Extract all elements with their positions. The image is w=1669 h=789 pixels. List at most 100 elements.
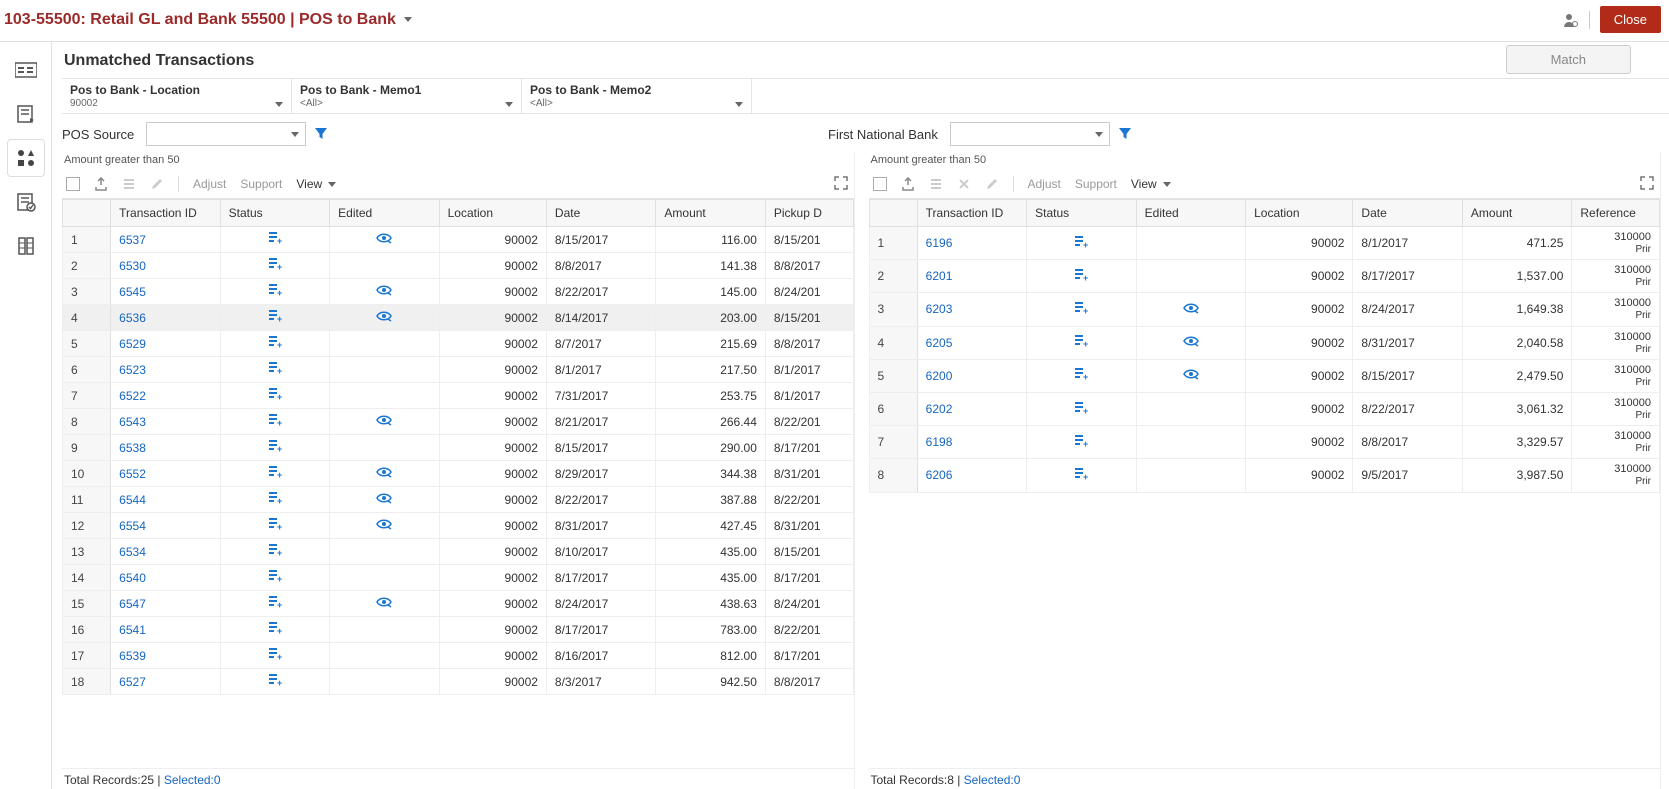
- filter-memo1[interactable]: Pos to Bank - Memo1 <All>: [292, 79, 522, 113]
- transaction-id-link[interactable]: 6545: [111, 279, 220, 305]
- export-icon[interactable]: [94, 177, 108, 191]
- transaction-id-link[interactable]: 6203: [917, 293, 1026, 326]
- chevron-down-icon[interactable]: [275, 102, 283, 107]
- col-header[interactable]: Date: [546, 200, 655, 227]
- status-cell[interactable]: +: [1027, 392, 1136, 425]
- col-header[interactable]: Edited: [330, 200, 439, 227]
- table-row[interactable]: 66202+900028/22/20173,061.32310000Prir: [869, 392, 1660, 425]
- table-row[interactable]: 106552+900028/29/2017344.388/31/201: [63, 461, 854, 487]
- transaction-id-link[interactable]: 6198: [917, 426, 1026, 459]
- col-header[interactable]: Pickup D: [765, 200, 853, 227]
- table-row[interactable]: 16196+900028/1/2017471.25310000Prir: [869, 227, 1660, 260]
- transaction-id-link[interactable]: 6541: [111, 617, 220, 643]
- user-settings-icon[interactable]: [1563, 12, 1579, 28]
- status-cell[interactable]: +: [220, 279, 329, 305]
- transaction-id-link[interactable]: 6554: [111, 513, 220, 539]
- transaction-id-link[interactable]: 6534: [111, 539, 220, 565]
- table-row[interactable]: 26530+900028/8/2017141.388/8/2017: [63, 253, 854, 279]
- table-row[interactable]: 66523+900028/1/2017217.508/1/2017: [63, 357, 854, 383]
- rail-icon-2[interactable]: [8, 96, 44, 132]
- transaction-id-link[interactable]: 6543: [111, 409, 220, 435]
- table-row[interactable]: 186527+900028/3/2017942.508/8/2017: [63, 669, 854, 695]
- transaction-id-link[interactable]: 6537: [111, 227, 220, 253]
- transaction-id-link[interactable]: 6538: [111, 435, 220, 461]
- col-header[interactable]: Transaction ID: [111, 200, 220, 227]
- transaction-id-link[interactable]: 6201: [917, 260, 1026, 293]
- chevron-down-icon[interactable]: [735, 102, 743, 107]
- col-header[interactable]: [869, 200, 917, 227]
- col-header[interactable]: Location: [439, 200, 546, 227]
- transaction-id-link[interactable]: 6552: [111, 461, 220, 487]
- chevron-down-icon[interactable]: [505, 102, 513, 107]
- table-row[interactable]: 46536+900028/14/2017203.008/15/201: [63, 305, 854, 331]
- transaction-id-link[interactable]: 6540: [111, 565, 220, 591]
- transaction-id-link[interactable]: 6523: [111, 357, 220, 383]
- table-row[interactable]: 36203+900028/24/20171,649.38310000Prir: [869, 293, 1660, 326]
- left-grid[interactable]: Transaction IDStatusEditedLocationDateAm…: [62, 199, 854, 754]
- right-grid[interactable]: Transaction IDStatusEditedLocationDateAm…: [869, 199, 1661, 754]
- col-header[interactable]: Status: [220, 200, 329, 227]
- expand-icon[interactable]: [834, 176, 848, 190]
- select-all-checkbox[interactable]: [873, 177, 887, 191]
- close-button[interactable]: Close: [1600, 6, 1661, 33]
- col-header[interactable]: Status: [1027, 200, 1136, 227]
- status-cell[interactable]: +: [1027, 227, 1136, 260]
- transaction-id-link[interactable]: 6544: [111, 487, 220, 513]
- table-row[interactable]: 176539+900028/16/2017812.008/17/201: [63, 643, 854, 669]
- transaction-id-link[interactable]: 6529: [111, 331, 220, 357]
- transaction-id-link[interactable]: 6539: [111, 643, 220, 669]
- table-row[interactable]: 146540+900028/17/2017435.008/17/201: [63, 565, 854, 591]
- col-header[interactable]: Date: [1353, 200, 1462, 227]
- view-menu[interactable]: View: [1131, 177, 1171, 191]
- status-cell[interactable]: +: [220, 487, 329, 513]
- status-cell[interactable]: +: [220, 617, 329, 643]
- col-header[interactable]: Edited: [1136, 200, 1245, 227]
- match-button[interactable]: Match: [1506, 45, 1631, 74]
- page-breadcrumb[interactable]: 103-55500: Retail GL and Bank 55500 | PO…: [4, 11, 396, 29]
- status-cell[interactable]: +: [220, 669, 329, 695]
- status-cell[interactable]: +: [1027, 426, 1136, 459]
- transaction-id-link[interactable]: 6206: [917, 459, 1026, 492]
- transaction-id-link[interactable]: 6527: [111, 669, 220, 695]
- status-cell[interactable]: +: [220, 357, 329, 383]
- status-cell[interactable]: +: [1027, 459, 1136, 492]
- filter-icon[interactable]: [314, 127, 328, 141]
- status-cell[interactable]: +: [220, 305, 329, 331]
- col-header[interactable]: Amount: [1462, 200, 1571, 227]
- status-cell[interactable]: +: [220, 409, 329, 435]
- status-cell[interactable]: +: [1027, 359, 1136, 392]
- adjust-button[interactable]: Adjust: [193, 177, 226, 191]
- right-hscroll[interactable]: [869, 754, 1661, 768]
- table-row[interactable]: 26201+900028/17/20171,537.00310000Prir: [869, 260, 1660, 293]
- transaction-id-link[interactable]: 6200: [917, 359, 1026, 392]
- pos-source-select[interactable]: [146, 122, 306, 146]
- support-button[interactable]: Support: [1075, 177, 1117, 191]
- table-row[interactable]: 76198+900028/8/20173,329.57310000Prir: [869, 426, 1660, 459]
- adjust-button[interactable]: Adjust: [1028, 177, 1061, 191]
- transaction-id-link[interactable]: 6536: [111, 305, 220, 331]
- status-cell[interactable]: +: [220, 461, 329, 487]
- status-cell[interactable]: +: [220, 331, 329, 357]
- table-row[interactable]: 116544+900028/22/2017387.888/22/201: [63, 487, 854, 513]
- col-header[interactable]: Transaction ID: [917, 200, 1026, 227]
- table-row[interactable]: 166541+900028/17/2017783.008/22/201: [63, 617, 854, 643]
- table-row[interactable]: 86543+900028/21/2017266.448/22/201: [63, 409, 854, 435]
- status-cell[interactable]: +: [1027, 293, 1136, 326]
- filter-icon[interactable]: [1118, 127, 1132, 141]
- transaction-id-link[interactable]: 6522: [111, 383, 220, 409]
- table-row[interactable]: 16537+900028/15/2017116.008/15/201: [63, 227, 854, 253]
- support-button[interactable]: Support: [240, 177, 282, 191]
- col-header[interactable]: Amount: [656, 200, 765, 227]
- status-cell[interactable]: +: [220, 253, 329, 279]
- transaction-id-link[interactable]: 6196: [917, 227, 1026, 260]
- table-row[interactable]: 76522+900027/31/2017253.758/1/2017: [63, 383, 854, 409]
- transaction-id-link[interactable]: 6530: [111, 253, 220, 279]
- export-icon[interactable]: [901, 177, 915, 191]
- table-row[interactable]: 96538+900028/15/2017290.008/17/201: [63, 435, 854, 461]
- col-header[interactable]: [63, 200, 111, 227]
- status-cell[interactable]: +: [220, 227, 329, 253]
- table-row[interactable]: 56200+900028/15/20172,479.50310000Prir: [869, 359, 1660, 392]
- status-cell[interactable]: +: [1027, 260, 1136, 293]
- table-row[interactable]: 156547+900028/24/2017438.638/24/201: [63, 591, 854, 617]
- rail-icon-3-active[interactable]: [8, 140, 44, 176]
